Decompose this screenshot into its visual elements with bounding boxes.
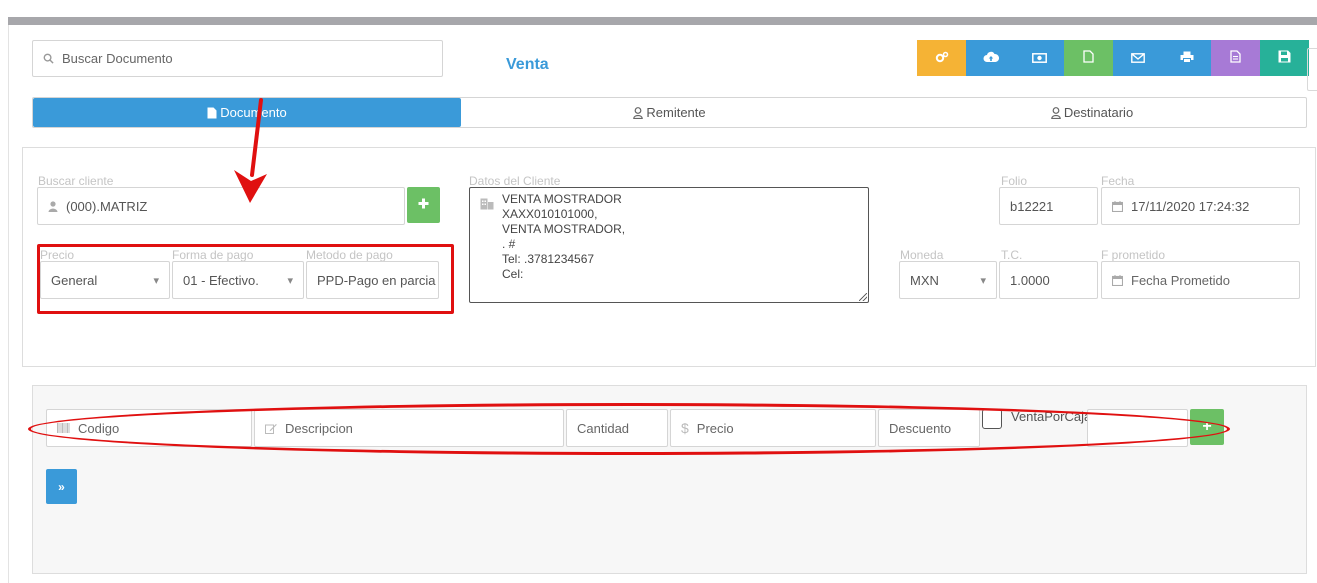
folio-label: Folio — [1001, 174, 1028, 188]
moneda-select[interactable]: MXN — [899, 261, 997, 299]
search-document-input[interactable]: Buscar Documento — [32, 40, 443, 77]
user-icon — [48, 200, 58, 212]
client-data-line: VENTA MOSTRADOR — [502, 192, 622, 206]
f-prometido-placeholder: Fecha Prometido — [1131, 272, 1230, 288]
document-tabs: Documento Remitente Destinatario — [32, 97, 1307, 128]
cloud-upload-icon — [983, 51, 999, 66]
client-data-textarea[interactable]: VENTA MOSTRADOR XAXX010101000, VENTA MOS… — [469, 187, 869, 303]
moneda-label: Moneda — [900, 248, 944, 262]
folio-value: b12221 — [1010, 198, 1054, 214]
print-button[interactable] — [1162, 40, 1211, 76]
annotation-arrow — [234, 98, 267, 203]
gears-button[interactable] — [917, 40, 966, 76]
fecha-value: 17/11/2020 17:24:32 — [1131, 198, 1250, 214]
client-search-input[interactable]: (000).MATRIZ — [37, 187, 405, 225]
resize-handle[interactable] — [859, 293, 867, 301]
top-bar — [8, 17, 1317, 25]
fecha-label: Fecha — [1101, 174, 1135, 188]
search-placeholder: Buscar Documento — [62, 51, 173, 66]
document-button[interactable] — [1211, 40, 1260, 76]
print-icon — [1180, 51, 1194, 66]
annotation-rectangle — [37, 244, 454, 314]
f-prometido-input[interactable]: Fecha Prometido — [1101, 261, 1300, 299]
plus-icon — [418, 196, 429, 214]
tab-remitente[interactable]: Remitente — [461, 98, 878, 127]
new-file-button[interactable] — [1064, 40, 1113, 76]
tab-destinatario-label: Destinatario — [1063, 105, 1134, 120]
folio-input[interactable]: b12221 — [999, 187, 1098, 225]
client-data-label: Datos del Cliente — [469, 174, 561, 188]
page-title: Venta — [506, 56, 549, 73]
toolbar-overflow-edge — [1307, 48, 1317, 91]
save-icon — [1278, 50, 1291, 66]
envelope-icon — [1130, 51, 1145, 66]
file-icon — [207, 107, 217, 119]
add-client-button[interactable] — [407, 187, 440, 223]
tc-label: T.C. — [1001, 248, 1023, 262]
client-data-line: Cel: — [502, 267, 524, 281]
f-prometido-label: F prometido — [1101, 248, 1166, 262]
client-data-line: Tel: .3781234567 — [502, 252, 595, 266]
page-edge — [8, 25, 9, 583]
calendar-icon — [1112, 200, 1123, 212]
calendar-icon — [1112, 274, 1123, 286]
annotation-ellipse — [28, 403, 1230, 455]
building-icon — [480, 198, 494, 214]
toolbar — [917, 40, 1309, 76]
money-button[interactable] — [1015, 40, 1064, 76]
tab-remitente-label: Remitente — [646, 105, 706, 120]
client-search-value: (000).MATRIZ — [66, 198, 148, 214]
email-button[interactable] — [1113, 40, 1162, 76]
fecha-input[interactable]: 17/11/2020 17:24:32 — [1101, 187, 1300, 225]
next-button[interactable]: » — [46, 469, 77, 504]
client-data-line: XAXX010101000, — [502, 207, 598, 221]
double-chevron-right-icon: » — [58, 479, 65, 494]
file-text-icon — [1230, 50, 1241, 66]
tab-destinatario[interactable]: Destinatario — [878, 98, 1306, 127]
client-data-line: . # — [502, 237, 516, 251]
search-icon — [43, 53, 54, 64]
save-button[interactable] — [1260, 40, 1309, 76]
tc-input[interactable]: 1.0000 — [999, 261, 1098, 299]
client-data-line: VENTA MOSTRADOR, — [502, 222, 626, 236]
gears-icon — [935, 51, 949, 66]
client-search-label: Buscar cliente — [38, 174, 114, 188]
user-icon — [633, 106, 644, 119]
file-icon — [1083, 50, 1094, 66]
moneda-value: MXN — [910, 272, 939, 288]
cloud-upload-button[interactable] — [966, 40, 1015, 76]
money-icon — [1032, 51, 1047, 66]
tc-value: 1.0000 — [1010, 272, 1050, 288]
user-icon — [1050, 106, 1061, 119]
